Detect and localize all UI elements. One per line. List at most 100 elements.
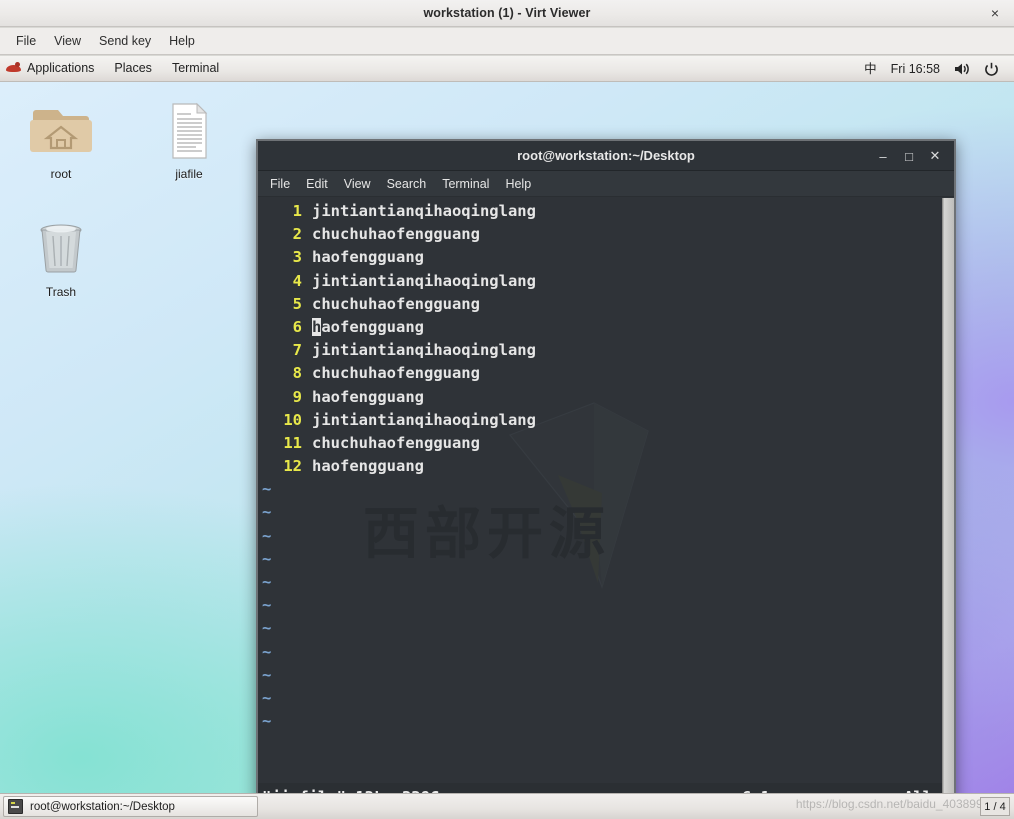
vim-line: 1 jintiantianqihaoqinglang (258, 200, 954, 223)
vim-line-number: 7 (292, 341, 302, 360)
desktop-icon-jiafile[interactable]: jiafile (144, 100, 234, 181)
desktop-icon-label: Trash (45, 285, 77, 299)
panel-applications-menu[interactable]: Applications (17, 56, 104, 81)
vim-line-number: 5 (292, 294, 302, 313)
virt-viewer-close-button[interactable]: × (984, 0, 1006, 27)
desktop-icon-label: jiafile (175, 167, 203, 181)
vim-empty-line-marker: ~ (262, 549, 272, 568)
menu-item-help[interactable]: Help (160, 31, 204, 51)
desktop-wallpaper: root jiafile Trash root@workstation:~/De… (0, 82, 1014, 817)
vim-line-text: chuchuhaofengguang (312, 294, 480, 313)
vim-line-number: 1 (292, 202, 302, 220)
maximize-icon[interactable]: □ (896, 141, 922, 171)
terminal-menubar: File Edit View Search Terminal Help (258, 171, 954, 197)
vim-empty-line-marker: ~ (262, 480, 272, 499)
terminal-scrollbar[interactable] (942, 198, 954, 816)
virt-viewer-menubar: File View Send key Help (0, 28, 1014, 55)
vim-empty-line-marker: ~ (262, 526, 272, 545)
vim-empty-line-marker: ~ (262, 688, 272, 707)
vim-empty-line-marker: ~ (262, 573, 272, 591)
vim-line: 2 chuchuhaofengguang (258, 223, 954, 246)
vim-line-text: haofengguang (312, 248, 424, 267)
terminal-title: root@workstation:~/Desktop (517, 148, 695, 163)
gnome-top-panel: Applications Places Terminal 中 Fri 16:58 (0, 56, 1014, 82)
terminal-menu-edit[interactable]: Edit (298, 175, 336, 193)
vim-line: 3 haofengguang (258, 246, 954, 269)
menu-item-file[interactable]: File (7, 31, 45, 51)
taskbar-window-label: root@workstation:~/Desktop (30, 800, 175, 813)
home-folder-icon (16, 100, 106, 162)
vim-line: 8 chuchuhaofengguang (258, 362, 954, 385)
vim-line-number: 8 (292, 364, 302, 383)
vim-line-text: jintiantianqihaoqinglang (312, 202, 536, 220)
vim-line: 10 jintiantianqihaoqinglang (258, 409, 954, 432)
virt-viewer-title: workstation (1) - Virt Viewer (423, 6, 591, 20)
terminal-titlebar: root@workstation:~/Desktop – □ ✕ (258, 141, 954, 171)
vim-line: 4 jintiantianqihaoqinglang (258, 270, 954, 293)
terminal-menu-terminal[interactable]: Terminal (434, 175, 497, 193)
desktop-icon-trash[interactable]: Trash (16, 218, 106, 299)
vim-line-text: jintiantianqihaoqinglang (312, 410, 536, 429)
panel-clock[interactable]: Fri 16:58 (884, 57, 947, 82)
trash-icon (16, 218, 106, 280)
menu-item-send-key[interactable]: Send key (90, 31, 160, 51)
vim-line-text: haofengguang (312, 317, 424, 336)
panel-places-menu[interactable]: Places (104, 56, 162, 81)
vim-line: 5 chuchuhaofengguang (258, 293, 954, 316)
vim-line-number: 3 (292, 248, 302, 267)
vim-empty-line-marker: ~ (262, 619, 272, 638)
vim-line-number: 6 (292, 317, 302, 336)
vim-line-text: chuchuhaofengguang (312, 364, 480, 383)
panel-terminal-menu[interactable]: Terminal (162, 56, 229, 81)
vim-empty-line-marker: ~ (262, 665, 272, 684)
vim-line-number: 10 (283, 410, 302, 429)
panel-status-area: 中 Fri 16:58 (857, 56, 1014, 82)
input-method-indicator[interactable]: 中 (857, 57, 884, 82)
vim-line-number: 4 (292, 271, 302, 290)
vim-empty-line-marker: ~ (262, 712, 272, 731)
vim-line: 11 chuchuhaofengguang (258, 432, 954, 455)
vim-empty-line-marker: ~ (262, 596, 272, 615)
vim-line-text: haofengguang (312, 457, 424, 476)
terminal-window[interactable]: root@workstation:~/Desktop – □ ✕ File Ed… (256, 139, 956, 817)
guest-desktop: root jiafile Trash root@workstation:~/De… (0, 56, 1014, 819)
terminal-window-controls: – □ ✕ (870, 141, 948, 171)
terminal-menu-help[interactable]: Help (497, 175, 539, 193)
vim-line-number: 2 (292, 225, 302, 244)
vim-line-number: 12 (283, 457, 302, 476)
vim-line-number: 11 (283, 433, 302, 452)
vim-line-text: chuchuhaofengguang (312, 225, 480, 244)
vim-buffer[interactable]: 1 jintiantianqihaoqinglang 2 chuchuhaofengg… (258, 197, 954, 783)
page-watermark: https://blog.csdn.net/baidu_40389982 (795, 797, 996, 811)
vim-line: 9 haofengguang (258, 386, 954, 409)
menu-item-view[interactable]: View (45, 31, 90, 51)
fedora-hat-icon[interactable] (6, 61, 21, 76)
vim-line: 7 jintiantianqihaoqinglang (258, 339, 954, 362)
desktop-icon-root[interactable]: root (16, 100, 106, 181)
vim-line-text: haofengguang (312, 387, 424, 406)
vim-empty-line-marker: ~ (262, 642, 272, 661)
vim-line-text: jintiantianqihaoqinglang (312, 341, 536, 360)
vim-line: 6 haofengguang (258, 316, 954, 339)
terminal-menu-file[interactable]: File (262, 175, 298, 193)
vim-line-number: 9 (292, 387, 302, 406)
desktop-icon-label: root (50, 167, 72, 181)
terminal-screen[interactable]: 西部开源 1 jintiantianqihaoqinglang 2 chuchuhao… (258, 197, 954, 815)
vim-line: 12 haofengguang (258, 455, 954, 478)
text-document-icon (144, 100, 234, 162)
taskbar-window-button-terminal[interactable]: root@workstation:~/Desktop (3, 796, 258, 817)
terminal-menu-search[interactable]: Search (379, 175, 435, 193)
vim-empty-line-marker: ~ (262, 503, 272, 522)
close-icon[interactable]: ✕ (922, 141, 948, 171)
terminal-icon (8, 799, 23, 814)
scrollbar-thumb[interactable] (944, 198, 954, 816)
minimize-icon[interactable]: – (870, 141, 896, 171)
vim-line-text: jintiantianqihaoqinglang (312, 271, 536, 290)
virt-viewer-titlebar: workstation (1) - Virt Viewer × (0, 0, 1014, 27)
terminal-menu-view[interactable]: View (336, 175, 379, 193)
vim-line-text: chuchuhaofengguang (312, 433, 480, 452)
power-icon[interactable] (977, 62, 1006, 77)
vim-cursor: h (312, 317, 322, 336)
volume-icon[interactable] (947, 62, 977, 76)
workspace-switcher[interactable]: 1 / 4 (980, 797, 1010, 816)
